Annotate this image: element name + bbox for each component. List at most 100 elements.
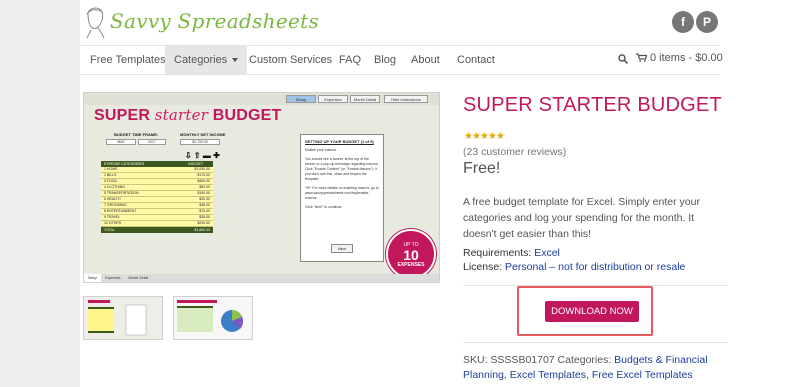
row-amount: $200.00: [197, 221, 210, 225]
nav-item-blog[interactable]: Blog: [365, 46, 405, 74]
divider: [463, 342, 728, 343]
thumbnail-1-image: [84, 297, 162, 339]
product-description: A free budget template for Excel. Simply…: [463, 196, 700, 240]
income-label: MONTHLY NET INCOME: [180, 132, 226, 137]
nav-item-contact[interactable]: Contact: [448, 46, 504, 74]
product-main-image[interactable]: Setup Expenses Month Detail Hide Instruc…: [83, 92, 440, 283]
requirements-label: Requirements:: [463, 247, 535, 259]
site-logo[interactable]: Savvy Spreadsheets: [110, 9, 319, 33]
category-link-free-excel-templates[interactable]: Free Excel Templates: [592, 369, 693, 381]
row-name: 1 HOME: [104, 167, 118, 171]
nav-label: Free Templates: [90, 54, 166, 66]
requirements-line: Requirements: Excel: [463, 247, 560, 259]
product-meta: SKU: SSSSB01707 Categories: Budgets & Fi…: [463, 353, 733, 383]
pinterest-icon[interactable]: P: [696, 11, 718, 33]
panel-next-button: Next: [331, 244, 353, 253]
row-name: 7 GROOMING: [104, 203, 127, 207]
search-icon[interactable]: [618, 54, 628, 64]
license-link[interactable]: Personal – not for distribution or resal…: [505, 261, 685, 273]
spreadsheet-title: SUPER starter BUDGET: [94, 106, 282, 125]
nav-item-custom-services[interactable]: Custom Services: [240, 46, 341, 74]
title-part: SUPER: [94, 107, 155, 124]
badge-line: EXPENSES: [397, 262, 425, 268]
sheet-button-hide-instructions: Hide Instructions: [384, 95, 428, 103]
reviews-link[interactable]: (23 customer reviews): [463, 146, 566, 158]
panel-text: Click "Next" to continue.: [305, 205, 343, 209]
sheet-tab: Expenses: [105, 276, 121, 280]
rating-stars-icon: ★★★★★: [464, 131, 505, 142]
nav-label: Contact: [457, 54, 495, 66]
product-thumbnail-2[interactable]: [173, 296, 253, 340]
total-label: TOTAL: [104, 228, 115, 232]
logo-face-icon[interactable]: [84, 4, 106, 38]
title-part: BUDGET: [208, 107, 282, 124]
row-name: 5 TRANSPORTATION: [104, 191, 139, 195]
budget-time-label: BUDGET TIME FRAME:: [114, 132, 159, 137]
row-name: 9 TRAVEL: [104, 215, 121, 219]
row-amount: $70.00: [199, 209, 210, 213]
product-title: SUPER STARTER BUDGET: [463, 94, 722, 116]
nav-item-categories[interactable]: Categories: [165, 46, 248, 74]
download-now-button[interactable]: DOWNLOAD NOW: [545, 301, 639, 322]
nav-label: About: [411, 54, 440, 66]
panel-text: Enable your macros.: [305, 148, 338, 152]
nav-label: Custom Services: [249, 54, 333, 66]
row-amount: $170.00: [197, 173, 210, 177]
table-total-row: TOTAL $1,850.00: [101, 227, 213, 233]
sku-label: SKU: SSSSB01707 Categories:: [463, 354, 615, 366]
row-amount: $400.00: [197, 179, 210, 183]
row-name: 6 HEALTH: [104, 197, 121, 201]
total-amount: $1,850.00: [194, 228, 210, 232]
cart-label: 0 items - $0.00: [650, 52, 723, 64]
product-price: Free!: [463, 160, 501, 177]
sheet-tab: Setup: [84, 274, 102, 282]
title-script: starter: [154, 106, 209, 124]
instructions-panel: SETTING UP YOUR BUDGET (1 of 5) Enable y…: [300, 134, 384, 262]
license-label: License:: [463, 261, 506, 273]
row-name: 3 FOOD: [104, 179, 118, 183]
product-thumbnail-1[interactable]: [83, 296, 163, 340]
row-amount: $30.00: [199, 197, 210, 201]
site-header: Savvy Spreadsheets f P: [80, 0, 800, 44]
row-name: 2 BILLS: [104, 173, 117, 177]
badge-number: 10: [403, 247, 419, 263]
nav-label: Categories: [174, 54, 228, 66]
caret-down-icon: [232, 58, 239, 63]
nav-label: FAQ: [339, 54, 362, 66]
sheet-button-month-detail: Month Detail: [350, 95, 380, 103]
month-cell: MAY: [106, 139, 136, 145]
expense-table: EXPENSE CATEGORIES BUDGET 1 HOME $1,050.0…: [101, 161, 213, 233]
row-amount: $45.00: [199, 203, 210, 207]
nav-item-free-templates[interactable]: Free Templates: [81, 46, 175, 74]
page: Savvy Spreadsheets f P Free Templates Ca…: [80, 0, 800, 387]
cart-link[interactable]: 0 items - $0.00: [636, 52, 723, 64]
row-name: 10 OTHER: [104, 221, 122, 225]
row-name: 4 CLOTHING: [104, 185, 126, 189]
sheet-button-setup: Setup: [286, 95, 316, 103]
nav-label: Blog: [374, 54, 397, 66]
category-link-excel-templates[interactable]: Excel Templates: [510, 369, 586, 381]
year-cell: 2017: [138, 139, 166, 145]
panel-text: You should see a banner at the top of th…: [305, 157, 379, 181]
panel-text: TIP: For more details on enabling macros…: [305, 186, 379, 200]
requirements-link[interactable]: Excel: [534, 247, 560, 259]
row-amount: $150.00: [197, 191, 210, 195]
row-amount: $1,050.00: [194, 167, 210, 171]
row-name: 8 ENTERTAINMENT: [104, 209, 137, 213]
income-cell: $2,700.00: [180, 139, 220, 145]
facebook-icon[interactable]: f: [672, 11, 694, 33]
panel-title: SETTING UP YOUR BUDGET (1 of 5): [305, 139, 374, 144]
row-amount: $50.00: [199, 185, 210, 189]
sheet-button-expenses: Expenses: [318, 95, 348, 103]
sheet-tab: Month Detail: [128, 276, 149, 280]
expenses-badge: UP TO 10 EXPENSES: [386, 229, 436, 279]
sheet-tabs-bar: Setup Expenses Month Detail: [84, 274, 439, 282]
nav-item-faq[interactable]: FAQ: [330, 46, 370, 74]
spreadsheet-tab-bar: Setup Expenses Month Detail Hide Instruc…: [84, 93, 439, 105]
cart-icon: [636, 53, 648, 62]
license-line: License: Personal – not for distribution…: [463, 261, 685, 273]
nav-item-about[interactable]: About: [402, 46, 449, 74]
column-header: EXPENSE CATEGORIES: [104, 162, 145, 166]
thumbnail-2-image: [174, 297, 252, 339]
row-control-icons: ⇩ ⇧ ▬ ✚: [185, 151, 220, 160]
